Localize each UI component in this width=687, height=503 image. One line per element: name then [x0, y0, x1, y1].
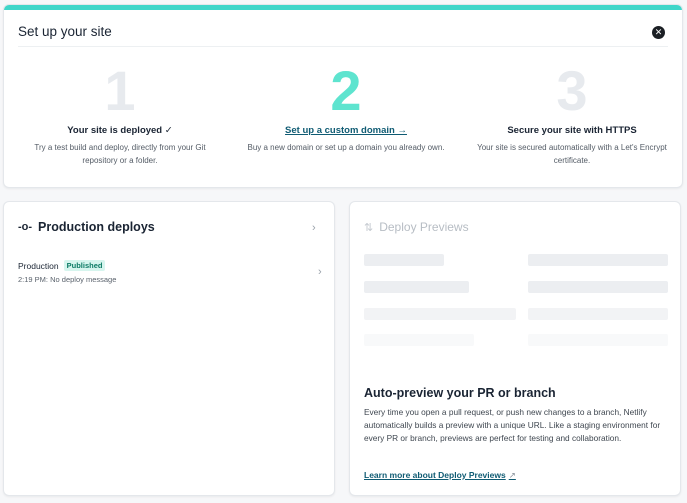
step-3: 3 Secure your site with HTTPS Your site …: [462, 63, 682, 167]
learn-more-link[interactable]: Learn more about Deploy Previews ↗: [364, 470, 516, 481]
deploy-row[interactable]: Production Published 2:19 PM: No deploy …: [18, 260, 323, 290]
chevron-right-icon: ›: [318, 266, 322, 278]
deploy-previews-title: Deploy Previews: [379, 220, 469, 234]
step-description: Your site is secured automatically with …: [477, 143, 667, 165]
skeleton-bar: [528, 334, 668, 346]
step-title: Your site is deployed ✓: [67, 125, 173, 136]
deploy-meta: 2:19 PM: No deploy message: [18, 275, 117, 284]
step-number: 2: [330, 59, 362, 122]
production-deploys-card: -o- Production deploys Production Publis…: [3, 201, 335, 496]
deploy-previews-card: ⇅ Deploy Previews Auto-preview your PR o…: [349, 201, 681, 496]
deploy-name: Production: [18, 260, 59, 271]
close-icon[interactable]: ✕: [652, 26, 665, 39]
auto-preview-heading: Auto-preview your PR or branch: [364, 386, 556, 400]
status-badge: Published: [63, 260, 106, 271]
step-title: Secure your site with HTTPS: [507, 125, 637, 136]
custom-domain-link[interactable]: Set up a custom domain →: [236, 125, 456, 136]
skeleton-bar: [364, 281, 469, 293]
chevron-right-icon[interactable]: ›: [312, 222, 316, 234]
auto-preview-description: Every time you open a pull request, or p…: [364, 407, 661, 443]
production-deploys-title: Production deploys: [38, 220, 155, 234]
commit-icon: -o-: [18, 221, 33, 233]
skeleton-bar: [528, 254, 668, 266]
skeleton-bar: [528, 308, 668, 320]
setup-title: Set up your site: [18, 24, 112, 39]
learn-more-label: Learn more about Deploy Previews: [364, 470, 506, 480]
skeleton-bar: [364, 308, 516, 320]
step-1: 1 Your site is deployed ✓ Try a test bui…: [10, 63, 230, 167]
setup-card: Set up your site ✕ 1 Your site is deploy…: [3, 4, 683, 188]
step-description: Try a test build and deploy, directly fr…: [34, 143, 206, 165]
external-link-icon: ↗: [508, 470, 516, 480]
pull-request-icon: ⇅: [364, 221, 374, 234]
step-number: 1: [104, 59, 136, 122]
step-number: 3: [556, 59, 588, 122]
divider: [18, 46, 668, 47]
skeleton-bar: [528, 281, 668, 293]
step-2: 2 Set up a custom domain → Buy a new dom…: [236, 63, 456, 154]
step-description: Buy a new domain or set up a domain you …: [247, 143, 445, 152]
production-deploys-header[interactable]: -o- Production deploys: [18, 220, 155, 234]
skeleton-bar: [364, 334, 474, 346]
deploy-previews-header: ⇅ Deploy Previews: [364, 220, 469, 234]
skeleton-bar: [364, 254, 444, 266]
accent-bar: [4, 5, 682, 10]
